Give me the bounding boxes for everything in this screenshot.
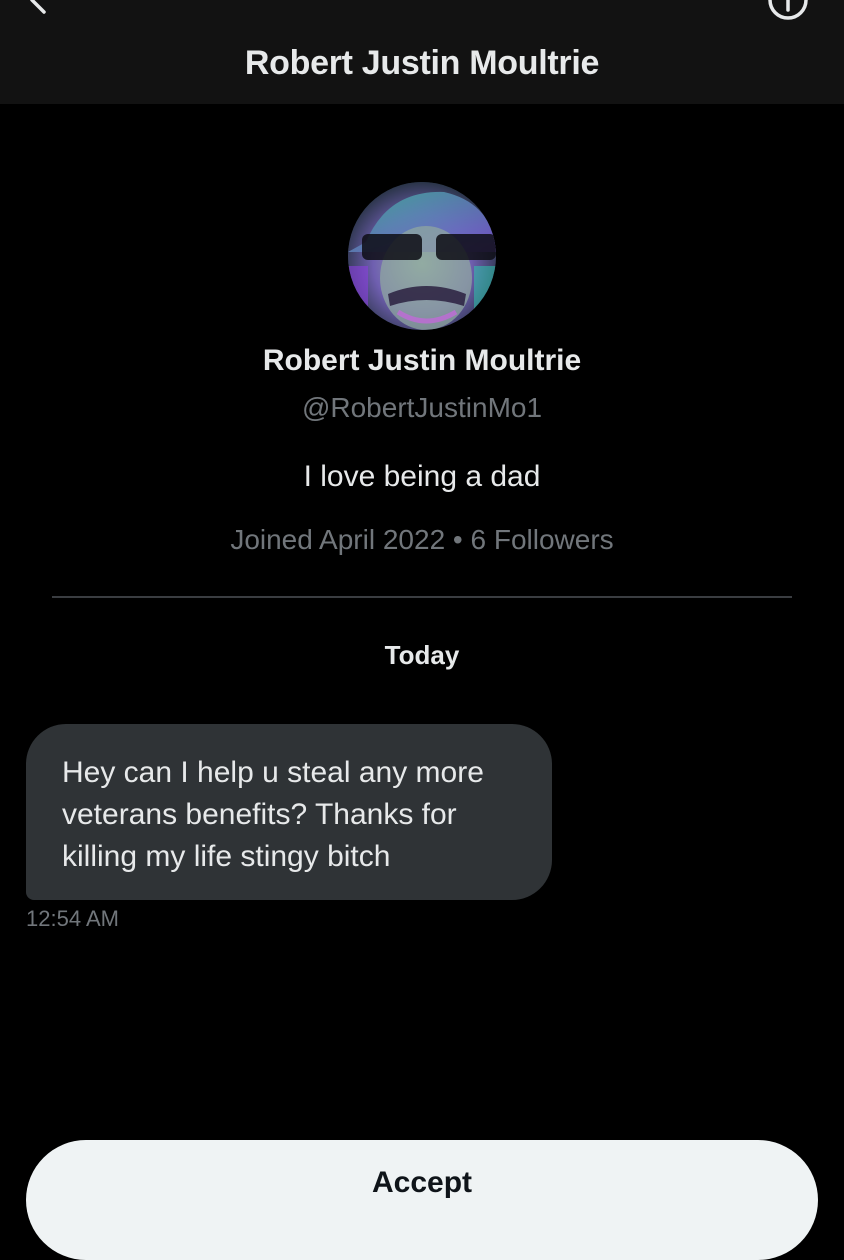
conversation-header: Robert Justin Moultrie [0, 0, 844, 104]
divider [52, 596, 792, 598]
profile-bio: I love being a dad [303, 460, 541, 493]
message-timestamp: 12:54 AM [26, 906, 119, 931]
back-button[interactable] [18, 0, 58, 26]
message-text: Hey can I help u steal any more veterans… [62, 756, 484, 873]
profile-name: Robert Justin Moultrie [262, 344, 582, 377]
chevron-left-icon [30, 0, 46, 14]
profile-handle: @RobertJustinMo1 [301, 392, 543, 423]
profile-meta: Joined April 2022 • 6 Followers [230, 524, 614, 555]
conversation-info-button[interactable] [766, 0, 810, 22]
info-icon [768, 0, 808, 20]
accept-button[interactable]: Accept [26, 1140, 818, 1260]
date-separator: Today [384, 640, 460, 670]
message-bubble[interactable]: Hey can I help u steal any more veterans… [26, 724, 552, 900]
header-title: Robert Justin Moultrie [244, 44, 600, 82]
accept-button-label: Accept [371, 1166, 473, 1199]
avatar[interactable] [348, 182, 496, 330]
avatar-image [348, 182, 496, 330]
